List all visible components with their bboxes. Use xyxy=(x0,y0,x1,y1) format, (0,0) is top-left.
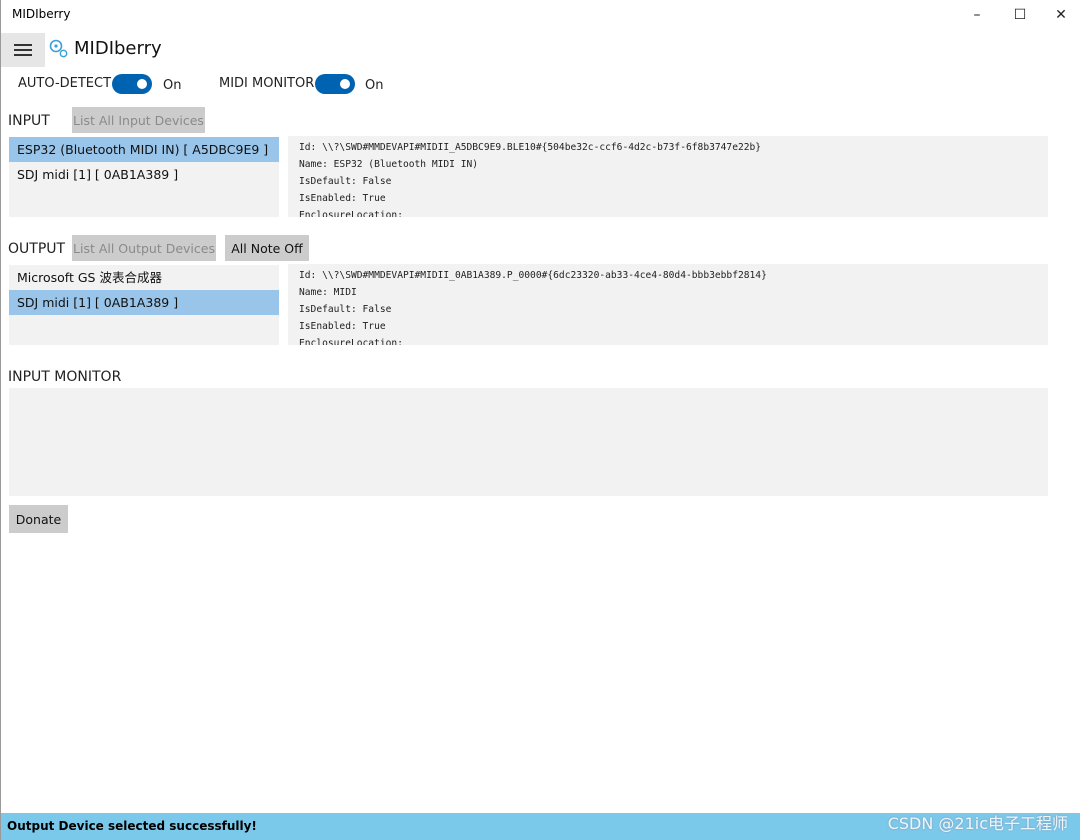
detail-id: Id: \\?\SWD#MMDEVAPI#MIDII_0AB1A389.P_00… xyxy=(299,270,767,281)
input-device-list: ESP32 (Bluetooth MIDI IN) [ A5DBC9E9 ] S… xyxy=(9,137,279,217)
auto-detect-toggle[interactable] xyxy=(112,74,152,94)
minimize-button[interactable]: – xyxy=(954,0,1000,30)
list-output-devices-button[interactable]: List All Output Devices xyxy=(72,235,216,261)
auto-detect-state: On xyxy=(163,78,182,93)
auto-detect-label: AUTO-DETECT xyxy=(18,76,112,91)
input-section-label: INPUT xyxy=(8,113,50,129)
hamburger-icon xyxy=(14,44,32,56)
output-device-list: Microsoft GS 波表合成器 SDJ midi [1] [ 0AB1A3… xyxy=(9,265,279,345)
midi-monitor-label: MIDI MONITOR xyxy=(219,76,315,91)
toggle-knob xyxy=(137,79,147,89)
menu-button[interactable] xyxy=(1,33,45,67)
status-message: Output Device selected successfully! xyxy=(7,819,257,833)
midiberry-logo-icon xyxy=(49,39,68,58)
output-device-item[interactable]: Microsoft GS 波表合成器 xyxy=(9,265,279,290)
input-device-item[interactable]: ESP32 (Bluetooth MIDI IN) [ A5DBC9E9 ] xyxy=(9,137,279,162)
toggle-knob xyxy=(340,79,350,89)
detail-isdefault: IsDefault: False xyxy=(299,304,392,315)
input-monitor-label: INPUT MONITOR xyxy=(8,369,122,385)
detail-enclosure: EnclosureLocation: xyxy=(299,210,403,217)
detail-enclosure: EnclosureLocation: xyxy=(299,338,403,345)
input-device-item[interactable]: SDJ midi [1] [ 0AB1A389 ] xyxy=(9,162,279,187)
output-section-label: OUTPUT xyxy=(8,241,66,257)
minimize-icon: – xyxy=(973,7,981,23)
list-input-devices-button[interactable]: List All Input Devices xyxy=(72,107,205,133)
watermark: CSDN @21ic电子工程师 xyxy=(887,814,1068,833)
close-icon: ✕ xyxy=(1055,7,1067,23)
output-device-item[interactable]: SDJ midi [1] [ 0AB1A389 ] xyxy=(9,290,279,315)
all-note-off-button[interactable]: All Note Off xyxy=(225,235,309,261)
input-device-details: Id: \\?\SWD#MMDEVAPI#MIDII_A5DBC9E9.BLE1… xyxy=(288,136,1048,217)
output-device-details: Id: \\?\SWD#MMDEVAPI#MIDII_0AB1A389.P_00… xyxy=(288,264,1048,345)
detail-isenabled: IsEnabled: True xyxy=(299,193,386,204)
maximize-button[interactable]: ☐ xyxy=(997,0,1043,30)
app-title: MIDIberry xyxy=(74,38,162,59)
detail-isenabled: IsEnabled: True xyxy=(299,321,386,332)
input-monitor-panel[interactable] xyxy=(9,388,1048,496)
donate-button[interactable]: Donate xyxy=(9,505,68,533)
detail-name: Name: ESP32 (Bluetooth MIDI IN) xyxy=(299,159,479,170)
close-button[interactable]: ✕ xyxy=(1038,0,1080,30)
midi-monitor-state: On xyxy=(365,78,384,93)
detail-id: Id: \\?\SWD#MMDEVAPI#MIDII_A5DBC9E9.BLE1… xyxy=(299,142,762,153)
maximize-icon: ☐ xyxy=(1013,7,1027,23)
window-title: MIDIberry xyxy=(12,7,71,21)
detail-name: Name: MIDI xyxy=(299,287,357,298)
midi-monitor-toggle[interactable] xyxy=(315,74,355,94)
detail-isdefault: IsDefault: False xyxy=(299,176,392,187)
